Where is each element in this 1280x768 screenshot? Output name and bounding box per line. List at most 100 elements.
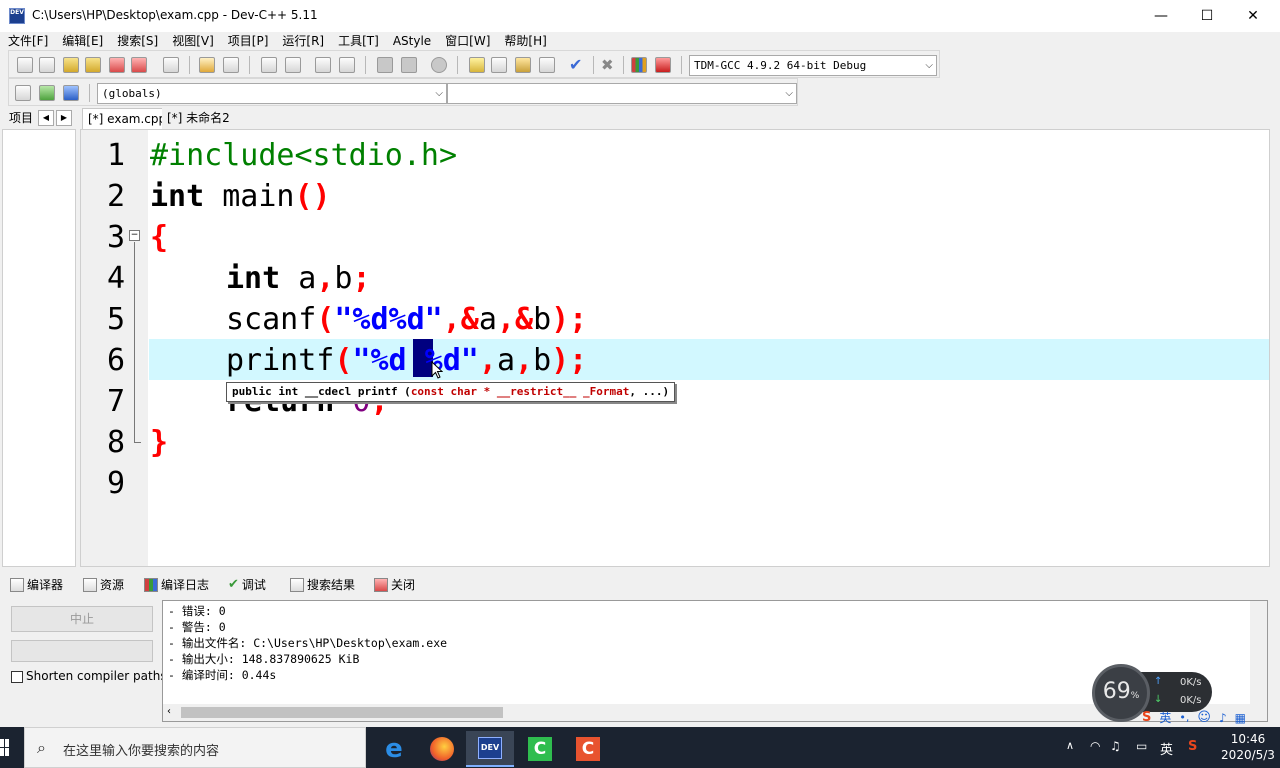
- tab-scroll-right-icon[interactable]: ▶: [56, 110, 72, 126]
- compile-run-icon[interactable]: [515, 57, 531, 73]
- menu-astyle[interactable]: AStyle: [393, 32, 431, 50]
- check-syntax-icon[interactable]: ✔: [569, 57, 585, 73]
- minimize-button[interactable]: —: [1138, 0, 1184, 32]
- code-line-5: scanf("%d%d",&a,&b);: [226, 299, 587, 340]
- tab-compiler[interactable]: 编译器: [10, 574, 63, 596]
- devcpp-taskbar-icon[interactable]: DEV: [466, 731, 514, 767]
- indent-icon[interactable]: [315, 57, 331, 73]
- close-all-icon[interactable]: [131, 57, 147, 73]
- identifier: printf: [226, 343, 335, 378]
- scroll-left-icon[interactable]: ‹: [167, 706, 171, 717]
- edge-app-icon[interactable]: e: [370, 731, 418, 767]
- menu-run[interactable]: 运行[R]: [282, 32, 324, 50]
- symbol: ,: [515, 343, 534, 378]
- tab-untitled2[interactable]: [*] 未命名2: [162, 108, 235, 129]
- ime-toolbar: S 英 •, ☺ ♪ ▦: [1138, 708, 1280, 727]
- volume-icon[interactable]: ♫: [1110, 739, 1121, 753]
- function-signature-tooltip: public int __cdecl printf (const char * …: [226, 382, 676, 402]
- punctuation-icon[interactable]: •,: [1179, 711, 1189, 724]
- goto-line-icon[interactable]: [339, 57, 355, 73]
- menu-view[interactable]: 视图[V]: [172, 32, 214, 50]
- devcpp-app-icon: DEV: [9, 8, 25, 24]
- tooltip-prefix: public int __cdecl printf (: [232, 385, 411, 398]
- taskbar-clock[interactable]: 10:46 2020/5/3: [1218, 731, 1278, 763]
- code-editor-app-icon[interactable]: C: [564, 731, 612, 767]
- symbol: ,: [478, 343, 497, 378]
- print-icon[interactable]: [163, 57, 179, 73]
- mouse-pointer-icon: [431, 361, 443, 379]
- tab-search-results[interactable]: 搜索结果: [290, 574, 355, 596]
- replace-icon[interactable]: [285, 57, 301, 73]
- menu-edit[interactable]: 编辑[E]: [62, 32, 103, 50]
- forward-icon[interactable]: [401, 57, 417, 73]
- member-select[interactable]: ⌵: [447, 83, 797, 104]
- clion-app-icon[interactable]: C: [516, 731, 564, 767]
- shorten-paths-checkbox[interactable]: [11, 671, 23, 683]
- maximize-button[interactable]: ☐: [1184, 0, 1230, 32]
- tab-label: 编译日志: [161, 578, 210, 592]
- run-icon[interactable]: [491, 57, 507, 73]
- toolbar-separator: [249, 56, 250, 74]
- tab-exam-cpp[interactable]: [*] exam.cpp: [82, 108, 173, 129]
- network-icon[interactable]: ▭: [1136, 739, 1147, 753]
- tab-resources[interactable]: 资源: [83, 574, 124, 596]
- project-panel[interactable]: [2, 129, 76, 567]
- close-button[interactable]: ✕: [1230, 0, 1276, 32]
- start-icon[interactable]: [0, 739, 9, 756]
- bottom-tab-row: 编译器 资源 编译日志 ✔ 调试 搜索结果 关闭: [0, 574, 1280, 598]
- chevron-down-icon: ⌵: [435, 88, 443, 99]
- close-file-icon[interactable]: [109, 57, 125, 73]
- scrollbar-thumb[interactable]: [181, 707, 503, 718]
- emoji-icon[interactable]: ☺: [1197, 710, 1211, 725]
- menu-help[interactable]: 帮助[H]: [504, 32, 546, 50]
- menu-window[interactable]: 窗口[W]: [445, 32, 490, 50]
- tab-project[interactable]: 项目: [4, 108, 39, 129]
- toggle-bookmark-icon[interactable]: [39, 85, 55, 101]
- microphone-icon[interactable]: ♪: [1219, 711, 1227, 725]
- menu-file[interactable]: 文件[F]: [8, 32, 48, 50]
- taskbar-search-box[interactable]: ⌕ 在这里输入你要搜索的内容: [24, 727, 366, 768]
- firefox-app-icon[interactable]: [418, 731, 466, 767]
- sogou-tray-icon[interactable]: S: [1188, 739, 1197, 754]
- ime-language[interactable]: 英: [1159, 709, 1171, 726]
- tab-compile-log[interactable]: 编译日志: [144, 574, 209, 596]
- insert-icon[interactable]: [15, 85, 31, 101]
- compile-icon[interactable]: [469, 57, 485, 73]
- wifi-icon[interactable]: ◠: [1090, 739, 1100, 753]
- keyboard-icon[interactable]: ▦: [1235, 711, 1246, 725]
- find-icon[interactable]: [261, 57, 277, 73]
- sogou-logo-icon[interactable]: S: [1142, 710, 1151, 725]
- redo-icon[interactable]: [223, 57, 239, 73]
- compiler-select[interactable]: TDM-GCC 4.9.2 64-bit Debug ⌵: [689, 55, 937, 76]
- main-toolbar: ✔ ✖ TDM-GCC 4.9.2 64-bit Debug ⌵: [8, 50, 940, 78]
- undo-icon[interactable]: [199, 57, 215, 73]
- line-number: 2: [106, 179, 125, 214]
- back-icon[interactable]: [377, 57, 393, 73]
- ime-indicator[interactable]: 英: [1160, 739, 1173, 758]
- profile-icon[interactable]: [631, 57, 647, 73]
- menu-search[interactable]: 搜索[S]: [117, 32, 158, 50]
- save-icon[interactable]: [63, 57, 79, 73]
- stop-execution-icon[interactable]: [431, 57, 447, 73]
- save-all-icon[interactable]: [85, 57, 101, 73]
- stop-button[interactable]: 中止: [11, 606, 153, 632]
- menu-project[interactable]: 项目[P]: [228, 32, 269, 50]
- tab-scroll-left-icon[interactable]: ◀: [38, 110, 54, 126]
- delete-profile-icon[interactable]: [655, 57, 671, 73]
- open-file-icon[interactable]: [39, 57, 55, 73]
- rebuild-icon[interactable]: [539, 57, 555, 73]
- tab-label: 搜索结果: [307, 578, 356, 592]
- clean-icon[interactable]: ✖: [601, 57, 617, 73]
- fold-toggle-icon[interactable]: −: [129, 230, 140, 241]
- goto-bookmark-icon[interactable]: [63, 85, 79, 101]
- download-arrow-icon: ↓: [1154, 694, 1163, 705]
- new-file-icon[interactable]: [17, 57, 33, 73]
- tab-close[interactable]: 关闭: [374, 574, 415, 596]
- code-editor[interactable]: 1 2 3 4 5 6 7 8 9 − #include<stdio.h> in…: [80, 129, 1270, 567]
- scope-select[interactable]: (globals) ⌵: [97, 83, 447, 104]
- tab-debug[interactable]: ✔ 调试: [228, 574, 266, 596]
- symbol: }: [150, 425, 169, 460]
- menu-tools[interactable]: 工具[T]: [338, 32, 379, 50]
- log-vertical-scrollbar[interactable]: [1250, 601, 1267, 705]
- show-hidden-icons-icon[interactable]: ∧: [1066, 739, 1074, 752]
